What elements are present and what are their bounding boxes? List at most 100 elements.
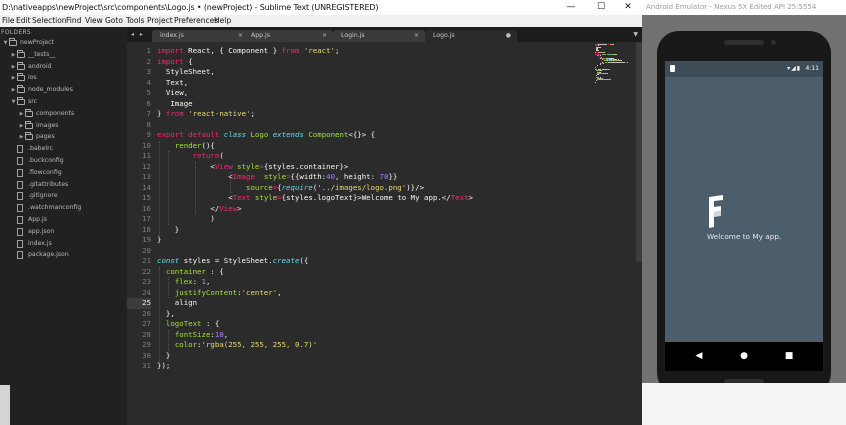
- sidebar-file[interactable]: .gitattributes: [10, 179, 120, 191]
- line-number: 30: [142, 350, 151, 360]
- minimap[interactable]: [595, 44, 628, 84]
- sidebar-file[interactable]: .gitignore: [10, 190, 120, 202]
- minimize-button[interactable]: —: [557, 0, 585, 15]
- folder-icon: [9, 38, 17, 46]
- maximize-button[interactable]: ☐: [587, 0, 615, 15]
- tab-dropdown-icon[interactable]: ▼: [633, 27, 638, 42]
- sidebar-file[interactable]: .buckconfig: [10, 155, 120, 167]
- menu-file[interactable]: File: [2, 15, 15, 27]
- sidebar-folder[interactable]: ▶ __tests__: [10, 49, 120, 61]
- sidebar-item-label: android: [28, 62, 52, 70]
- menu-preferences[interactable]: Preferences: [174, 15, 218, 27]
- menu-find[interactable]: Find: [66, 15, 81, 27]
- tab-close-icon[interactable]: ×: [414, 30, 419, 42]
- code-token: 'react-native': [188, 109, 251, 118]
- line-number: 20: [142, 245, 151, 255]
- line-number: 25: [142, 298, 151, 307]
- file-icon: [17, 239, 23, 248]
- code-line: export default class Logo extends Compon…: [157, 130, 375, 141]
- sidebar-file[interactable]: .babelrc: [10, 143, 120, 155]
- sidebar-folder[interactable]: ▶ node_modules: [10, 84, 120, 96]
- line-number: 26: [142, 308, 151, 318]
- code-token: ): [157, 214, 215, 223]
- menu-help[interactable]: Help: [214, 15, 231, 27]
- tab-index-js[interactable]: index.js ×: [152, 30, 249, 42]
- tab-label: index.js: [160, 32, 184, 39]
- sidebar-folder[interactable]: ▶ images: [18, 120, 127, 132]
- sidebar-folder[interactable]: ▶ android: [10, 61, 120, 73]
- menu-tools[interactable]: Tools: [126, 15, 144, 27]
- collapsed-arrow-icon[interactable]: ▶: [18, 120, 25, 132]
- menu-edit[interactable]: Edit: [16, 15, 31, 27]
- tab-close-icon[interactable]: ×: [322, 30, 327, 42]
- code-token: styles =: [179, 256, 224, 265]
- tab-label: App.js: [251, 32, 270, 39]
- collapsed-arrow-icon[interactable]: ▶: [18, 108, 25, 120]
- expanded-arrow-icon[interactable]: ▼: [2, 37, 9, 49]
- sidebar-item-label: newProject: [20, 39, 54, 46]
- code-token: return: [192, 151, 220, 160]
- line-number: 3: [146, 67, 151, 76]
- sidebar-file[interactable]: .watchmanconfig: [10, 202, 120, 214]
- sidebar-file[interactable]: App.js: [10, 214, 120, 226]
- file-icon: [17, 180, 23, 189]
- emulator-title: Android Emulator - Nexus 5X Edited API 2…: [646, 3, 817, 11]
- indent-guide: [159, 266, 160, 361]
- sidebar-folder[interactable]: ▼ src: [10, 96, 120, 108]
- expanded-arrow-icon[interactable]: ▼: [10, 96, 17, 108]
- sidebar-file[interactable]: package.json: [10, 249, 120, 261]
- line-number: 9: [146, 130, 151, 139]
- app-logo-icon: [709, 195, 723, 228]
- line-number: 19: [142, 235, 151, 244]
- folder-icon: [17, 61, 25, 70]
- sidebar-folder[interactable]: ▶ components: [18, 108, 127, 120]
- notification-icon: [670, 65, 675, 72]
- tab-logo-js[interactable]: Logo.js ●: [425, 30, 517, 42]
- code-line: Image: [157, 99, 192, 110]
- menu-view[interactable]: View: [85, 15, 103, 27]
- unsaved-dot-icon[interactable]: ●: [506, 30, 511, 42]
- close-button[interactable]: ✕: [614, 0, 642, 15]
- recents-button-icon[interactable]: ■: [779, 342, 799, 371]
- sidebar-folder[interactable]: ▶ ios: [10, 72, 120, 84]
- tab-nav-arrows[interactable]: ◂ ▸: [131, 27, 145, 42]
- line-number: 18: [142, 224, 151, 234]
- menu-selection[interactable]: Selection: [32, 15, 67, 27]
- collapsed-arrow-icon[interactable]: ▶: [10, 49, 17, 61]
- code-token: fontSize: [174, 329, 211, 339]
- code-token: }: [157, 109, 166, 118]
- code-token: default: [188, 130, 220, 139]
- sidebar-item-label: ios: [28, 74, 37, 82]
- collapsed-arrow-icon[interactable]: ▶: [18, 131, 25, 143]
- collapsed-arrow-icon[interactable]: ▶: [10, 84, 17, 96]
- sidebar-file[interactable]: .flowconfig: [10, 167, 120, 179]
- back-button-icon[interactable]: ◀: [689, 342, 709, 371]
- code-token: ,: [277, 287, 282, 297]
- menu-goto[interactable]: Goto: [105, 15, 123, 27]
- collapsed-arrow-icon[interactable]: ▶: [10, 72, 17, 84]
- code-token: justifyContent: [174, 287, 238, 297]
- sidebar-file[interactable]: index.js: [10, 238, 120, 250]
- code-editor[interactable]: 1 2 3 4 5 6 7 8 9 10 11 12 13 14 15 16 17 18 19 20 21 22 23 24 2…: [127, 42, 642, 425]
- line-number: 29: [142, 340, 151, 349]
- code-token: {: [183, 56, 193, 66]
- home-button-icon[interactable]: ●: [734, 342, 754, 371]
- signal-battery-icons: ▾◢▮: [787, 65, 801, 72]
- code-token: '../images/logo.png': [317, 182, 407, 192]
- collapsed-arrow-icon[interactable]: ▶: [10, 61, 17, 73]
- tab-login-js[interactable]: Login.js ×: [333, 30, 425, 42]
- tab-app-js[interactable]: App.js ×: [243, 30, 333, 42]
- minimap-line: [595, 81, 597, 83]
- code-token: <: [157, 161, 215, 171]
- phone-screen[interactable]: ▾◢▮ 4:11 Welcome to My app. ◀ ● ■: [665, 61, 823, 371]
- minimap-line: [596, 65, 598, 67]
- code-line: import {: [157, 57, 193, 68]
- sidebar-file[interactable]: app.json: [10, 226, 120, 238]
- code-token: StyleSheet: [223, 256, 269, 265]
- code-token: :: [192, 277, 202, 286]
- code-token: View: [219, 203, 238, 213]
- sidebar-folder[interactable]: ▶ pages: [18, 131, 127, 143]
- sidebar-folder[interactable]: ▼ newProject: [2, 37, 112, 49]
- menu-project[interactable]: Project: [147, 15, 173, 27]
- minimap-line: [599, 79, 612, 80]
